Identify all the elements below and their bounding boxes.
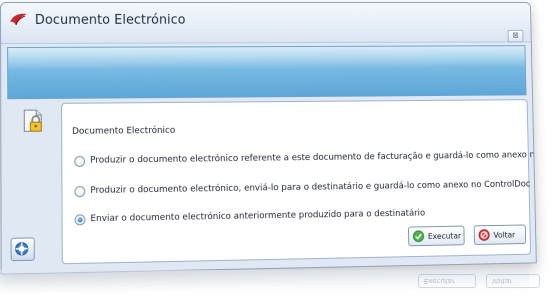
window-title: Documento Electrónico <box>35 13 186 28</box>
lock-document-icon <box>21 109 45 133</box>
options-panel: Documento Electrónico Produzir o documen… <box>61 99 531 264</box>
screenshot-stage: Documento Electrónico ⊠ Documento Electr… <box>0 0 559 295</box>
back-label: Voltar <box>493 230 515 239</box>
title-bar: Documento Electrónico ⊠ <box>1 3 531 44</box>
option-label: Produzir o documento electrónico, enviá-… <box>90 180 530 196</box>
group-title: Documento Electrónico <box>72 126 175 137</box>
option-label: Enviar o documento electrónico anteriorm… <box>90 209 425 225</box>
check-icon <box>413 230 425 242</box>
execute-button-reflection: Executar <box>418 274 476 288</box>
header-banner <box>7 45 526 99</box>
close-icon[interactable]: ⊠ <box>508 30 524 43</box>
help-icon <box>15 242 29 257</box>
app-logo-icon <box>9 12 29 30</box>
dialog-window: Documento Electrónico ⊠ Documento Electr… <box>0 2 537 275</box>
back-button-reflection: Voltar <box>486 274 540 288</box>
radio-button-selected[interactable] <box>75 214 86 225</box>
execute-label: Executar <box>428 231 461 240</box>
option-label: Produzir o documento electrónico referen… <box>90 150 537 166</box>
option-produce-and-attach[interactable]: Produzir o documento electrónico referen… <box>74 148 537 168</box>
back-button[interactable]: Voltar <box>474 224 527 245</box>
help-button[interactable] <box>11 237 35 261</box>
option-send-previous[interactable]: Enviar o documento electrónico anteriorm… <box>75 207 426 227</box>
radio-button[interactable] <box>74 155 85 166</box>
option-produce-send-and-attach[interactable]: Produzir o documento electrónico, enviá-… <box>74 178 530 199</box>
radio-button[interactable] <box>74 185 85 196</box>
no-entry-icon <box>478 229 489 241</box>
window-reflection: Executar Voltar <box>0 270 559 295</box>
execute-button[interactable]: Executar <box>408 226 465 247</box>
left-icon-strip <box>7 99 54 265</box>
